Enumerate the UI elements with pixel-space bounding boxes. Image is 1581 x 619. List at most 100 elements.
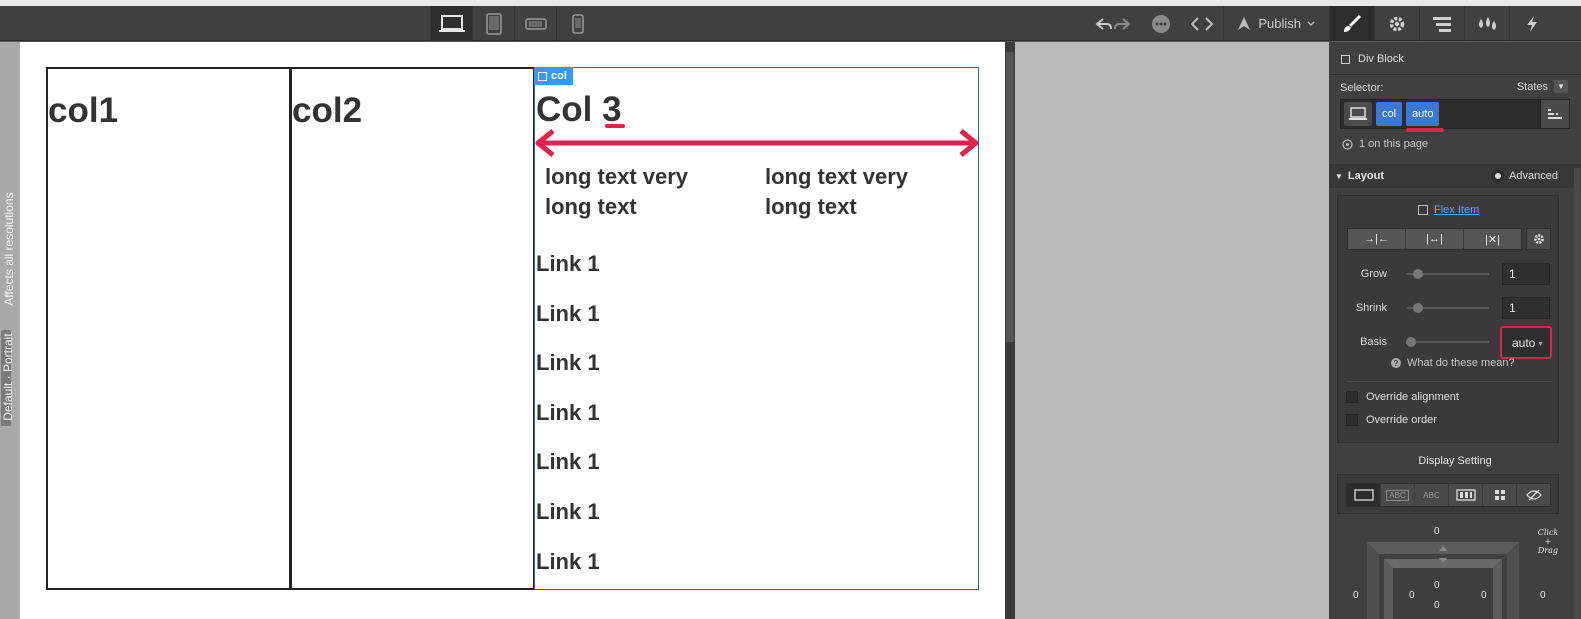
slider-knob[interactable] (1413, 269, 1423, 279)
breakpoint-badge-label: Default · Portrait (1, 333, 15, 421)
tablet-view-button[interactable] (472, 6, 514, 41)
margin-right-value[interactable]: 0 (1540, 590, 1546, 601)
flex-custom-button[interactable] (1526, 228, 1551, 250)
help-label: What do these mean? (1407, 357, 1515, 369)
margin-top-value[interactable]: 0 (1434, 526, 1440, 537)
device-switcher (430, 6, 600, 41)
link-item[interactable]: Link 1 (536, 449, 600, 499)
long-text-row: long text very long text long text very … (545, 162, 955, 222)
tab-navigator[interactable] (1419, 6, 1464, 41)
link-item[interactable]: Link 1 (536, 350, 600, 400)
list-icon (1548, 109, 1562, 119)
breakpoint-selector-icon[interactable] (1344, 102, 1372, 126)
basis-label: Basis (1360, 336, 1387, 348)
column-3-heading[interactable]: Col 3 (536, 90, 978, 130)
basis-slider[interactable] (1406, 337, 1489, 347)
link-item[interactable]: Link 1 (536, 549, 600, 599)
canvas-scroll-thumb[interactable] (1006, 52, 1014, 342)
link-item[interactable]: Link 1 (536, 251, 600, 301)
display-flex-button[interactable] (1449, 484, 1483, 506)
padding-left-value[interactable]: 0 (1409, 590, 1415, 601)
display-none-button[interactable] (1517, 484, 1550, 506)
display-block-button[interactable] (1347, 484, 1381, 506)
link-item[interactable]: Link 1 (536, 499, 600, 549)
display-inline-button[interactable]: ABC (1415, 484, 1449, 506)
shrink-slider[interactable] (1406, 303, 1489, 313)
publish-button[interactable]: Publish (1223, 6, 1329, 41)
override-alignment-row[interactable]: Override alignment (1346, 391, 1459, 403)
display-grid-button[interactable] (1483, 484, 1517, 506)
mobile-portrait-view-button[interactable] (556, 6, 598, 41)
padding-bottom-value[interactable]: 0 (1434, 600, 1440, 611)
slider-knob[interactable] (1413, 303, 1423, 313)
override-order-row[interactable]: Override order (1346, 414, 1437, 426)
lightning-icon (1527, 15, 1537, 32)
selected-element-tag[interactable]: col (534, 67, 573, 85)
none-preset-button[interactable]: |✕| (1464, 229, 1521, 249)
shrink-input[interactable]: 1 (1502, 297, 1550, 319)
shrink-preset-button[interactable]: →|← (1348, 229, 1406, 249)
flex-item-link[interactable]: Flex Item (1418, 204, 1479, 216)
override-alignment-checkbox[interactable] (1346, 391, 1358, 403)
selector-field[interactable]: col auto (1340, 99, 1558, 129)
basis-input[interactable]: auto ▼ (1500, 326, 1552, 359)
column-2[interactable]: col2 (290, 67, 534, 590)
brush-icon (1344, 14, 1362, 32)
layout-section-header[interactable]: ▼ Layout Advanced (1329, 164, 1581, 188)
padding-right-value[interactable]: 0 (1481, 590, 1487, 601)
long-text-block[interactable]: long text very long text (545, 162, 735, 222)
panel-scrollbar[interactable] (1574, 168, 1580, 619)
grow-preset-button[interactable]: |↔| (1406, 229, 1464, 249)
advanced-toggle[interactable]: Advanced (1492, 170, 1558, 182)
override-order-checkbox[interactable] (1346, 414, 1358, 426)
tab-settings[interactable] (1374, 6, 1419, 41)
comments-button[interactable] (1141, 6, 1181, 41)
display-options: ABC ABC (1346, 483, 1551, 507)
long-text-block[interactable]: long text very long text (765, 162, 955, 222)
class-chip-auto[interactable]: auto (1406, 102, 1440, 126)
mobile-landscape-view-button[interactable] (514, 6, 556, 41)
basis-row: Basis auto ▼ (1338, 326, 1560, 359)
help-link[interactable]: ? What do these mean? (1391, 357, 1515, 369)
column-1[interactable]: col1 (46, 67, 290, 590)
mobile-landscape-icon (524, 17, 547, 30)
margin-left-value[interactable]: 0 (1353, 590, 1359, 601)
mobile-portrait-icon (571, 13, 584, 34)
inline-label: ABC (1423, 490, 1440, 500)
link-item[interactable]: Link 1 (536, 301, 600, 351)
slider-knob[interactable] (1406, 337, 1416, 347)
link-item[interactable]: Link 1 (536, 400, 600, 450)
tab-style[interactable] (1329, 6, 1374, 41)
grow-slider[interactable] (1406, 269, 1489, 279)
chevron-down-icon (1307, 21, 1315, 26)
spacing-box[interactable]: 0 0 0 0 0 0 0 Click + Drag (1329, 522, 1581, 619)
designer-toolbar: Publish (0, 6, 1329, 41)
column-2-heading[interactable]: col2 (292, 91, 533, 131)
basis-value: auto (1512, 335, 1536, 350)
canvas-scrollbar[interactable] (1005, 42, 1015, 619)
flex-sizing-presets: →|← |↔| |✕| (1347, 228, 1522, 250)
column-3[interactable]: col Col 3 long text very long text long … (534, 67, 979, 590)
display-inline-block-button[interactable]: ABC (1381, 484, 1415, 506)
dots-icon (1152, 14, 1171, 33)
design-canvas[interactable]: col1 col2 col Col 3 long text very long … (20, 42, 1005, 619)
column-1-heading[interactable]: col1 (48, 91, 289, 131)
selector-menu-button[interactable] (1540, 99, 1570, 129)
code-button[interactable] (1181, 6, 1223, 41)
toggle-icon (1492, 170, 1505, 182)
tab-swatches[interactable] (1464, 6, 1509, 41)
display-setting-label: Display Setting (1418, 455, 1492, 467)
canvas-outside-area (1015, 42, 1329, 619)
panel-tabs (1329, 6, 1581, 41)
grow-input[interactable]: 1 (1502, 263, 1550, 285)
tab-interactions[interactable] (1509, 6, 1554, 41)
usage-count-label: 1 on this page (1359, 138, 1429, 150)
desktop-view-button[interactable] (430, 6, 472, 41)
element-name: Div Block (1341, 53, 1404, 65)
columns-row[interactable]: col1 col2 col Col 3 long text very long … (46, 67, 979, 590)
padding-top-value[interactable]: 0 (1434, 580, 1440, 591)
class-chip-col[interactable]: col (1376, 102, 1403, 126)
undo-redo[interactable] (1085, 6, 1141, 41)
question-icon: ? (1391, 358, 1401, 368)
states-dropdown[interactable]: States ▼ (1517, 80, 1568, 93)
